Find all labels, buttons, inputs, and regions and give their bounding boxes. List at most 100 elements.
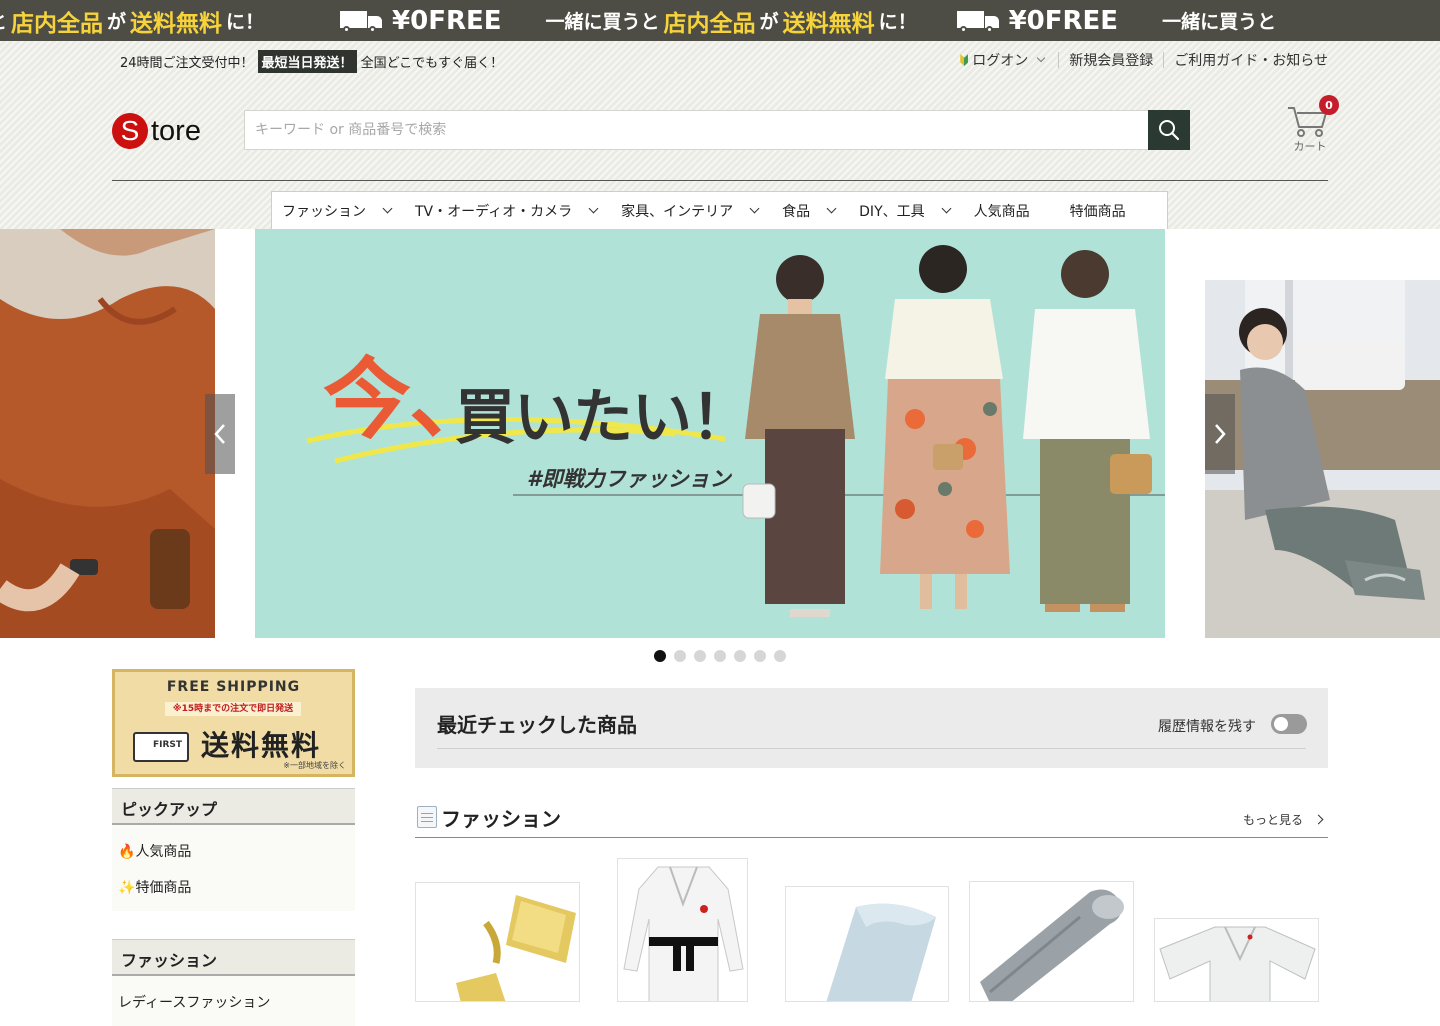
prev-slide-image[interactable]	[0, 229, 215, 638]
product-image-fabric-roll	[970, 882, 1133, 1001]
fashion-heading: ファッション	[112, 939, 355, 976]
nav-item-label: 家具、インテリア	[621, 203, 734, 220]
promo-text: が	[107, 11, 127, 33]
nav-item-fashion[interactable]: ファッション	[282, 201, 393, 221]
more-link[interactable]: もっと見る	[1242, 811, 1324, 828]
search-bar	[244, 110, 1190, 150]
carousel-dot[interactable]	[754, 650, 766, 662]
fashion-list: レディースファッション	[112, 976, 355, 1026]
nav-item-diy-tools[interactable]: DIY、工具	[859, 201, 952, 221]
chevron-left-icon	[214, 424, 225, 444]
pickup-item-popular[interactable]: 🔥人気商品	[112, 833, 355, 869]
section-title: ファッション	[441, 807, 561, 831]
guide-link[interactable]: ご利用ガイド・お知らせ	[1174, 50, 1328, 70]
chevron-down-icon	[826, 203, 837, 214]
chevron-down-icon	[941, 203, 952, 214]
promo-text: 送料無料	[130, 10, 223, 37]
product-image-fabric-sheet	[786, 887, 948, 1001]
topbar-notice: 24時間ご注文受付中！ 最短当日発送！ 全国どこでもすぐ届く！	[120, 50, 503, 73]
loungewear-photo	[1205, 280, 1440, 638]
promo-text: 店内全品	[11, 10, 104, 37]
nav-item-food[interactable]: 食品	[782, 201, 837, 221]
knit-sweater-photo	[0, 229, 215, 638]
chevron-down-icon[interactable]	[1037, 53, 1046, 63]
fashion-section-header: ファッション もっと見る	[415, 802, 1328, 838]
promo-text: に！	[226, 11, 265, 33]
pickup-item-label: 特価商品	[135, 880, 192, 896]
nav-item-label: TV・オーディオ・カメラ	[415, 203, 573, 220]
notice-highlight: 最短当日発送！	[257, 50, 357, 73]
nav-item-label: 食品	[782, 203, 811, 220]
promo-free-text: ¥0FREE	[1008, 5, 1119, 36]
nav-item-label: ファッション	[282, 203, 366, 220]
search-input[interactable]	[244, 110, 1148, 150]
product-card[interactable]	[969, 881, 1134, 1002]
nav-item-sale[interactable]: 特価商品	[1070, 201, 1126, 221]
product-card[interactable]	[415, 882, 580, 1002]
recently-viewed-title: 最近チェックした商品	[437, 713, 637, 737]
pickup-heading: ピックアップ	[112, 788, 355, 825]
logo-text: tore	[151, 114, 201, 147]
register-link[interactable]: 新規会員登録	[1069, 50, 1153, 70]
left-sidebar: FREE SHIPPING ※15時までの注文で即日発送 FIRST 送料無料 …	[112, 669, 355, 1026]
next-slide-image[interactable]	[1205, 280, 1440, 638]
promo-text: に！	[878, 11, 917, 33]
login-link[interactable]: ログオン	[972, 50, 1028, 70]
promo-text: が	[759, 11, 779, 33]
free-shipping-title: FREE SHIPPING	[166, 679, 301, 695]
product-card[interactable]	[617, 858, 748, 1002]
chevron-right-icon	[1215, 424, 1226, 444]
truck-icon	[340, 9, 384, 33]
carousel-next-button[interactable]	[1205, 394, 1235, 474]
chevron-down-icon	[749, 203, 760, 214]
truck-icon: FIRST	[133, 732, 189, 762]
search-button[interactable]	[1148, 110, 1190, 150]
carousel-dot[interactable]	[694, 650, 706, 662]
product-card[interactable]	[785, 886, 949, 1002]
product-image-karate-gi	[1155, 919, 1318, 1001]
carousel-prev-button[interactable]	[205, 394, 235, 474]
carousel-dot[interactable]	[674, 650, 686, 662]
cart-button[interactable]: 0 カート	[1284, 95, 1344, 157]
chevron-down-icon	[382, 203, 393, 214]
pickup-item-label: 人気商品	[135, 844, 192, 860]
promo-text: と	[0, 7, 7, 34]
account-links: ログオン 新規会員登録 ご利用ガイド・お知らせ	[960, 50, 1328, 70]
truck-label: FIRST	[153, 740, 183, 750]
promo-text: 店内全品	[663, 10, 756, 37]
search-icon	[1159, 120, 1180, 141]
pickup-list: 🔥人気商品 ✨特価商品	[112, 825, 355, 911]
promo-banner[interactable]: と店内全品が送料無料に！ ¥0FREE 一緒に買うと店内全品が送料無料に！ ¥0…	[0, 0, 1440, 41]
history-toggle[interactable]	[1271, 714, 1307, 734]
pickup-item-sale[interactable]: ✨特価商品	[112, 869, 355, 905]
chevron-down-icon	[588, 203, 599, 214]
fashion-item-ladies[interactable]: レディースファッション	[112, 984, 355, 1020]
fire-icon: 🔥	[118, 844, 136, 860]
free-shipping-card[interactable]: FREE SHIPPING ※15時までの注文で即日発送 FIRST 送料無料 …	[112, 669, 355, 777]
product-card[interactable]	[1154, 918, 1319, 1002]
nav-item-label: DIY、工具	[859, 203, 925, 220]
carousel-dots	[0, 650, 1440, 662]
carousel-dot[interactable]	[734, 650, 746, 662]
nav-item-label: 人気商品	[973, 203, 1030, 220]
more-link-label: もっと見る	[1242, 813, 1303, 827]
main-content: 最近チェックした商品 履歴情報を残す ファッション もっと見る	[415, 688, 1328, 1002]
carousel-dot[interactable]	[654, 650, 666, 662]
site-logo[interactable]: S tore	[112, 113, 201, 149]
memo-icon	[417, 806, 437, 828]
banner-hashtag: #即戦力ファッション	[527, 467, 731, 491]
promo-free-text: ¥0FREE	[392, 5, 502, 36]
truck-icon	[956, 9, 1001, 33]
nav-item-tv-audio-camera[interactable]: TV・オーディオ・カメラ	[415, 201, 599, 221]
promo-text: 送料無料	[782, 10, 875, 37]
logo-mark: S	[112, 113, 148, 149]
nav-item-furniture[interactable]: 家具、インテリア	[621, 201, 760, 221]
carousel-dot[interactable]	[774, 650, 786, 662]
main-banner[interactable]: 今、 買いたい！ #即戦力ファッション	[255, 229, 1165, 638]
nav-item-label: 特価商品	[1069, 203, 1126, 220]
nav-item-popular[interactable]: 人気商品	[974, 201, 1030, 221]
notice-text: 24時間ご注文受付中！	[120, 56, 254, 71]
free-shipping-big: 送料無料	[201, 729, 322, 762]
free-shipping-note: ※15時までの注文で即日発送	[165, 702, 301, 716]
carousel-dot[interactable]	[714, 650, 726, 662]
